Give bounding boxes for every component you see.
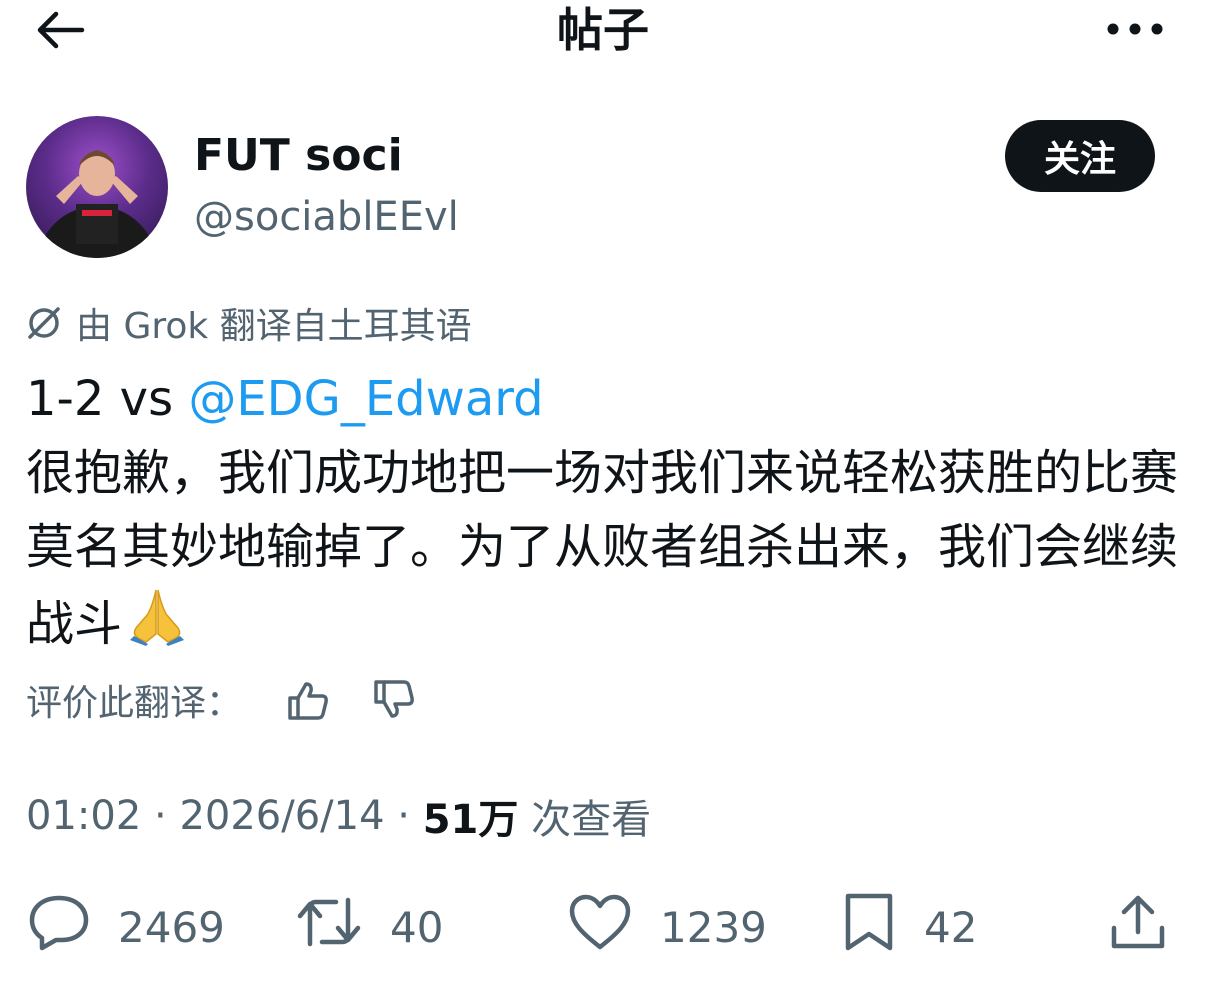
thumbs-up-icon[interactable] [280, 672, 336, 728]
avatar[interactable] [26, 116, 168, 258]
rate-translation-row: 评价此翻译： [26, 672, 422, 728]
views-count: 51万 [422, 797, 519, 843]
display-name[interactable]: FUT soci [194, 128, 403, 184]
tweet-date: 2026/6/14 [179, 793, 385, 839]
meta-separator: · [141, 793, 180, 839]
tweet-text: 1-2 vs @EDG_Edward 很抱歉，我们成功地把一场对我们来说轻松获胜… [26, 362, 1186, 667]
meta-separator: · [384, 793, 423, 839]
repost-count: 40 [390, 902, 444, 952]
bookmark-count: 42 [924, 902, 978, 952]
score-text: 1-2 vs [26, 371, 189, 427]
more-button[interactable] [1100, 16, 1170, 44]
heart-icon [568, 893, 632, 961]
bookmark-icon [842, 892, 896, 962]
bookmark-button[interactable]: 42 [842, 892, 977, 962]
tweet-body-text: 很抱歉，我们成功地把一场对我们来说轻松获胜的比赛莫名其妙地输掉了。为了从败者组杀… [26, 445, 1179, 652]
follow-button[interactable]: 关注 [1005, 120, 1155, 192]
reply-count: 2469 [118, 902, 225, 952]
page-title: 帖子 [557, 3, 649, 57]
rate-translation-label: 评价此翻译： [26, 683, 243, 724]
more-horizontal-icon [1105, 21, 1165, 40]
reply-icon [28, 892, 90, 962]
folded-hands-emoji [126, 584, 188, 667]
user-handle[interactable]: @sociablEEvl [194, 192, 459, 242]
repost-button[interactable]: 40 [296, 892, 443, 962]
retweet-icon [296, 894, 362, 960]
grok-icon [26, 305, 62, 341]
share-icon [1108, 892, 1168, 962]
views-label: 次查看 [518, 797, 652, 843]
action-bar: 2469 40 1239 42 [0, 892, 1206, 962]
thumbs-down-icon[interactable] [366, 672, 422, 728]
tweet-meta: 01:02 · 2026/6/14 · 51万 次查看 [26, 788, 651, 844]
mention-link[interactable]: @EDG_Edward [188, 371, 543, 427]
share-button[interactable] [1108, 892, 1168, 962]
translated-by-label[interactable]: 由 Grok 翻译自土耳其语 [26, 298, 472, 348]
like-button[interactable]: 1239 [568, 892, 767, 962]
top-bar: 帖子 [0, 0, 1206, 70]
tweet-time: 01:02 [26, 793, 142, 839]
like-count: 1239 [660, 902, 767, 952]
translation-source-text: 由 Grok 翻译自土耳其语 [76, 306, 472, 347]
reply-button[interactable]: 2469 [28, 892, 225, 962]
